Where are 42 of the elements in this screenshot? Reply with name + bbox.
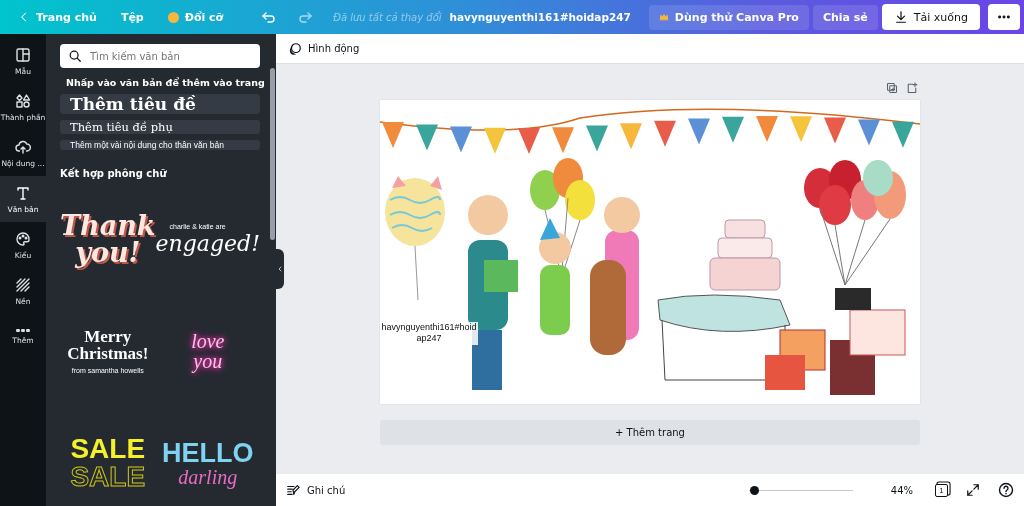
notes-icon: [286, 483, 300, 497]
notes-button[interactable]: Ghi chú: [286, 483, 346, 497]
collapse-handle[interactable]: [276, 249, 284, 289]
hatch-pattern-icon: [15, 276, 31, 293]
font-combo[interactable]: love you: [155, 295, 260, 407]
font-combo[interactable]: HELLO darling: [155, 407, 260, 506]
animate-button[interactable]: Hình động: [286, 39, 362, 58]
share-button[interactable]: Chia sẻ: [812, 4, 878, 30]
expand-icon: [966, 483, 980, 497]
help-button[interactable]: [998, 482, 1014, 498]
text-preset[interactable]: Thêm tiêu đề phụ: [60, 120, 260, 134]
font-combo[interactable]: Thank you!: [60, 183, 156, 295]
crown-icon: [658, 12, 669, 22]
try-pro-button[interactable]: Dùng thử Canva Pro: [648, 4, 809, 30]
section-heading: Kết hợp phông chữ: [60, 168, 168, 179]
layout-icon: [15, 46, 31, 63]
animate-icon: [288, 41, 302, 56]
text-preset[interactable]: Thêm một vài nội dung cho thân văn bản: [60, 140, 260, 150]
text-preset[interactable]: Thêm tiêu đề: [60, 94, 260, 114]
chevron-left-icon: [276, 265, 284, 273]
more-button[interactable]: [988, 4, 1020, 30]
palette-icon: [15, 230, 31, 247]
shapes-icon: [15, 92, 31, 109]
add-page-icon-button[interactable]: [906, 82, 918, 94]
zoom-reading: 44%: [890, 484, 913, 496]
save-status: Đã lưu tất cả thay đổi: [333, 11, 442, 23]
add-page-icon: [906, 82, 918, 94]
design-caption: havynguyenthi161#hoidap247: [380, 322, 478, 345]
design-title: havynguyenthi161#hoidap247: [449, 11, 631, 23]
duplicate-icon: [886, 82, 898, 94]
search-field[interactable]: Tìm kiếm văn bản: [60, 44, 260, 68]
help-icon: [998, 482, 1014, 498]
cloud-upload-icon: [15, 138, 31, 155]
fullscreen-button[interactable]: [966, 483, 980, 497]
download-icon: [893, 10, 908, 24]
scrollbar-thumb[interactable]: [269, 68, 275, 240]
font-combo[interactable]: SALE SALE: [60, 407, 156, 506]
add-page-button[interactable]: + Thêm trang: [380, 420, 920, 445]
duplicate-page-button[interactable]: [886, 82, 898, 94]
download-button[interactable]: Tải xuống: [881, 4, 980, 30]
text-icon: [15, 184, 31, 201]
more-icon: [16, 329, 30, 332]
